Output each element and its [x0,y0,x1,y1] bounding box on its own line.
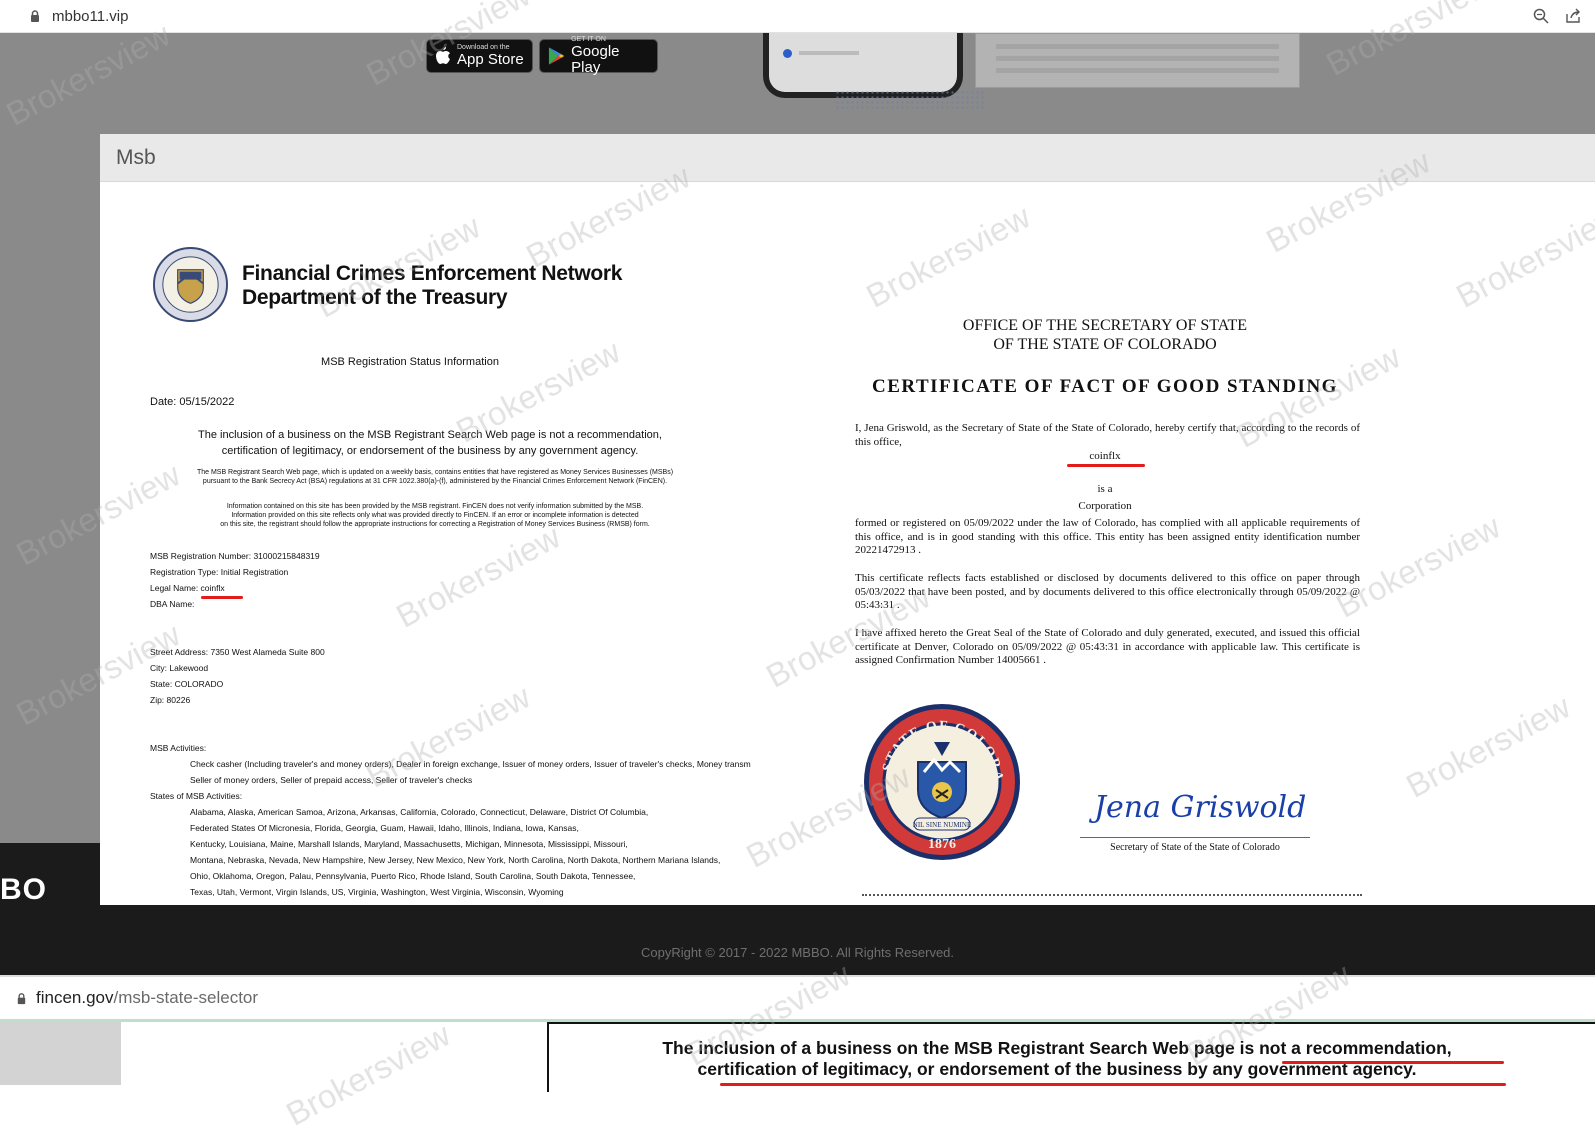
fincen-org-name: Financial Crimes Enforcement Network Dep… [242,262,622,310]
footer-brand: BO [0,873,47,906]
watermark: Brokersview [1450,197,1595,315]
street-address: Street Address: 7350 West Alameda Suite … [150,647,325,657]
activities-line: Seller of money orders, Seller of prepai… [190,775,473,785]
app-store-label: App Store [457,51,524,68]
city: City: Lakewood [150,663,209,673]
fincen-address-bar[interactable]: fincen.gov/msb-state-selector [0,975,1595,1022]
big-notice-line1: The inclusion of a business on the MSB R… [662,1038,1452,1058]
watermark: Brokersview [1400,687,1577,805]
zip: Zip: 80226 [150,695,191,705]
fincen-bsa-note-line2: pursuant to the Bank Secrecy Act (BSA) r… [202,478,668,485]
fincen-url[interactable]: fincen.gov/msb-state-selector [36,988,258,1008]
fincen-org-line2: Department of the Treasury [242,286,508,309]
co-entity-name: coinflx [1089,450,1121,462]
lock-icon [17,992,26,1004]
lock-icon [31,10,39,22]
fincen-notice-line1: The inclusion of a business on the MSB R… [198,429,662,441]
fincen-document: Financial Crimes Enforcement Network Dep… [100,182,820,905]
co-paragraph-3: This certificate reflects facts establis… [855,572,1360,611]
big-notice: The inclusion of a business on the MSB R… [557,1038,1557,1080]
modal-header: Msb [100,134,1595,182]
states-line: Federated States Of Micronesia, Florida,… [190,823,579,833]
signature-caption: Secretary of State of the State of Color… [1110,842,1280,853]
co-paragraph-1: I, Jena Griswold, as the Secretary of St… [855,422,1360,448]
google-play-icon [548,47,565,65]
co-office-line2: OF THE STATE OF COLORADO [993,336,1217,353]
fincen-org-line1: Financial Crimes Enforcement Network [242,262,623,285]
fincen-url-path: /msb-state-selector [113,988,259,1007]
fincen-url-domain: fincen.gov [36,988,114,1007]
share-icon[interactable] [1565,8,1581,24]
fincen-notice: The inclusion of a business on the MSB R… [160,427,700,459]
address-url[interactable]: mbbo11.vip [52,8,128,25]
notice-underline-1 [1282,1061,1504,1064]
signature-line [1080,837,1310,838]
dba-name: DBA Name: [150,599,195,609]
co-office-line1: OFFICE OF THE SECRETARY OF STATE [962,317,1248,334]
co-paragraph-4: I have affixed hereto the Great Seal of … [855,627,1360,666]
colorado-seal-icon: STATE OF COLORADO 1876 NIL SINE NUMINE [862,702,1020,860]
legal-name-underline [201,596,243,599]
fincen-seal-icon [152,246,229,323]
notice-underline-2 [720,1083,1506,1086]
reg-type: Registration Type: Initial Registration [150,567,289,577]
activities-label: MSB Activities: [150,743,207,753]
co-office-heading: OFFICE OF THE SECRETARY OF STATE OF THE … [850,316,1360,354]
google-play-label: Google Play [571,43,620,76]
fincen-title: MSB Registration Status Information [321,356,499,368]
states-line: Ohio, Oklahoma, Oregon, Palau, Pennsylva… [190,871,636,881]
app-store-button[interactable]: Download on the App Store [426,39,533,73]
modal-image: Financial Crimes Enforcement Network Dep… [100,143,1595,905]
activities-line: Check casher (Including traveler's and m… [190,759,751,769]
co-entity-type: Corporation [1078,500,1132,512]
seal-motto: NIL SINE NUMINE [913,821,971,829]
signature-text: Jena Griswold [1088,790,1306,825]
co-paragraph-2: formed or registered on 05/09/2022 under… [855,517,1360,556]
states-label: States of MSB Activities: [150,791,243,801]
fincen-bsa-note-line1: The MSB Registrant Search Web page, whic… [196,469,674,476]
phone-mockup [763,33,963,98]
fincen-info-note-line3: on this site, the registrant should foll… [220,521,650,528]
states-line: Kentucky, Louisiana, Maine, Marshall Isl… [190,839,628,849]
google-play-button[interactable]: GET IT ON Google Play [539,36,658,76]
fincen-info-note: Information contained on this site has b… [155,502,715,529]
entity-underline [1067,464,1145,467]
states-line: Texas, Utah, Vermont, Virgin Islands, US… [190,887,564,897]
fincen-info-note-line1: Information contained on this site has b… [226,503,644,510]
co-is-a: is a [1097,483,1113,495]
dots-pattern [835,90,985,110]
msb-modal: Msb Financial Crimes Enforcement Network… [100,134,1595,905]
fincen-notice-line2: certification of legitimacy, or endorsem… [221,445,639,457]
gray-panel [0,1022,121,1085]
state: State: COLORADO [150,679,224,689]
fincen-info-note-line2: Information provided on this site reflec… [231,512,639,519]
seal-year: 1876 [928,837,956,852]
fincen-page-excerpt: The inclusion of a business on the MSB R… [0,1022,1595,1126]
reg-number: MSB Registration Number: 31000215848319 [150,551,320,561]
states-line: Alabama, Alaska, American Samoa, Arizona… [190,807,649,817]
states-line: Montana, Nebraska, Nevada, New Hampshire… [190,855,721,865]
certificate-end-line [862,894,1362,898]
legal-name: Legal Name: coinflx [150,583,225,593]
browser-address-bar[interactable]: mbbo11.vip [0,0,1595,33]
signature: Jena Griswold [1088,790,1306,825]
zoom-icon[interactable] [1533,8,1549,24]
fincen-date: Date: 05/15/2022 [150,396,235,408]
modal-title: Msb [116,145,156,169]
fincen-bsa-note: The MSB Registrant Search Web page, whic… [155,468,715,486]
colorado-certificate: OFFICE OF THE SECRETARY OF STATE OF THE … [850,182,1370,905]
copyright-text: CopyRight © 2017 - 2022 MBBO. All Rights… [640,945,955,960]
apple-icon [436,46,450,64]
co-cert-title: CERTIFICATE OF FACT OF GOOD STANDING [872,376,1338,397]
laptop-mockup [975,33,1300,88]
